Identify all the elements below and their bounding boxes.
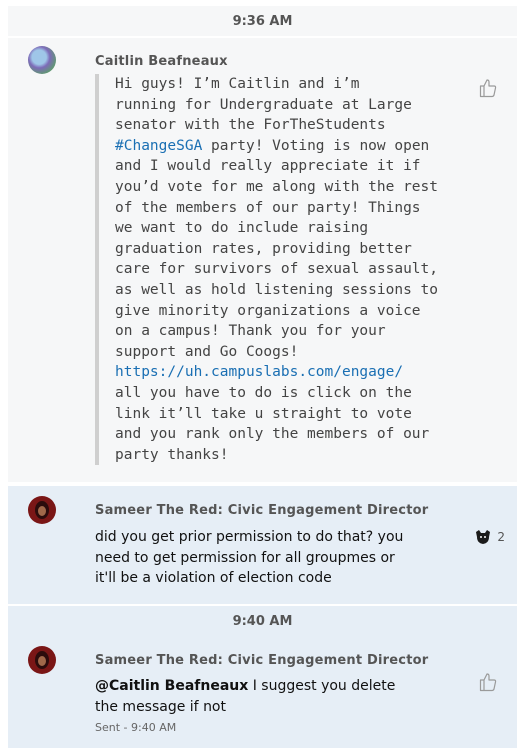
time-divider: 9:36 AM — [8, 6, 517, 36]
message-line: you’d vote for me along with the rest — [115, 178, 439, 195]
message-body: @Caitlin Beafneaux I suggest you delete … — [95, 676, 415, 717]
chat-transcript: 9:36 AM Caitlin Beafneaux Hi guys! I’m C… — [0, 0, 525, 751]
message-line: all you have to do is click on the — [115, 384, 412, 401]
message-line: graduation rates, providing better — [115, 240, 412, 257]
message-line: and you rank only the members of our — [115, 426, 430, 443]
message-body: Hi guys! I’m Caitlin and i’m running for… — [95, 74, 465, 466]
message-body: did you get prior permission to do that?… — [95, 529, 404, 586]
message-line: party thanks! — [115, 446, 229, 463]
thumbs-up-outline-icon[interactable] — [479, 672, 497, 692]
hashtag-link[interactable]: #ChangeSGA — [115, 138, 202, 154]
avatar[interactable] — [28, 496, 56, 524]
message-line: of the members of our party! Things — [115, 199, 421, 216]
reaction-count: 2 — [497, 530, 505, 544]
message-line: care for survivors of sexual assault, — [115, 261, 439, 278]
cougar-emoji-icon — [476, 530, 491, 544]
message-line: running for Undergraduate at Large — [115, 96, 412, 113]
message-item[interactable]: Sameer The Red: Civic Engagement Directo… — [8, 636, 517, 748]
message-line: we want to do include raising — [115, 220, 369, 237]
reaction-badge[interactable]: 2 — [474, 529, 505, 545]
message-line: senator with the ForTheStudents — [115, 117, 386, 134]
message-item[interactable]: Caitlin Beafneaux Hi guys! I’m Caitlin a… — [8, 38, 517, 482]
message-item[interactable]: Sameer The Red: Civic Engagement Directo… — [8, 486, 517, 604]
message-line: and I would really appreciate it if — [115, 158, 421, 175]
message-line: on a campus! Thank you for your — [115, 323, 386, 340]
thumbs-up-outline-icon[interactable] — [479, 78, 497, 98]
avatar[interactable] — [28, 646, 56, 674]
message-line: #ChangeSGA party! Voting is now open — [115, 136, 465, 157]
message-line: support and Go Coogs! — [115, 343, 299, 360]
sender-name[interactable]: Sameer The Red: Civic Engagement Directo… — [95, 503, 428, 518]
message-line: Hi guys! I’m Caitlin and i’m — [115, 76, 360, 92]
time-divider: 9:40 AM — [8, 606, 517, 636]
campuslabs-link[interactable]: https://uh.campuslabs.com/engage/ — [115, 362, 465, 383]
message-line: give minority organizations a voice — [115, 302, 421, 319]
message-line-text: party! Voting is now open — [211, 137, 430, 154]
user-mention[interactable]: @Caitlin Beafneaux — [95, 678, 248, 694]
message-line: link it’ll take u straight to vote — [115, 405, 412, 422]
avatar[interactable] — [28, 46, 56, 74]
message-line: as well as hold listening sessions to — [115, 281, 439, 298]
sender-name[interactable]: Caitlin Beafneaux — [95, 54, 228, 69]
sent-status: Sent - 9:40 AM — [95, 721, 177, 734]
sender-name[interactable]: Sameer The Red: Civic Engagement Directo… — [95, 653, 428, 668]
